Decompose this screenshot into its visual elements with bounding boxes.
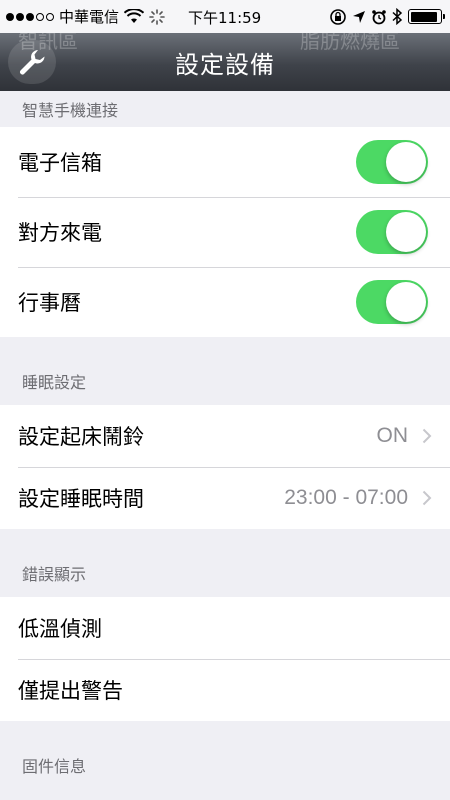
row-label: 設定睡眠時間 (18, 487, 144, 511)
chevron-right-icon (422, 490, 432, 506)
row-label: 行事曆 (18, 291, 81, 315)
group-sleep: 設定起床鬧鈴 ON 設定睡眠時間 23:00 - 07:00 (0, 405, 450, 529)
incoming-call-toggle[interactable] (356, 210, 428, 254)
row-label: 設定起床鬧鈴 (18, 425, 144, 449)
row-label: 對方來電 (18, 221, 102, 245)
location-arrow-icon (353, 10, 365, 23)
row-low-temp-detection[interactable]: 低溫偵測 (0, 597, 450, 659)
signal-strength-icon (6, 12, 54, 21)
toggle-knob (386, 212, 426, 252)
wifi-icon (124, 9, 145, 23)
activity-spinner-icon (149, 8, 165, 25)
section-header-errors: 錯誤顯示 (22, 565, 87, 584)
alarm-clock-icon (372, 9, 386, 24)
section-header-sleep: 睡眠設定 (22, 373, 87, 392)
toggle-knob (386, 282, 426, 322)
navigation-bar: 智訊區 脂肪燃燒區 設定設備 (0, 33, 450, 91)
group-phone-connection: 電子信箱 對方來電 行事曆 (0, 127, 450, 337)
row-label: 低溫偵測 (18, 617, 102, 641)
orientation-lock-icon (330, 8, 346, 25)
row-email: 電子信箱 (0, 127, 450, 197)
group-errors: 低溫偵測 僅提出警告 (0, 597, 450, 721)
email-toggle[interactable] (356, 140, 428, 184)
settings-list: 智慧手機連接 電子信箱 對方來電 行事曆 睡眠設定 設定起床鬧鈴 ON 設定睡眠… (0, 91, 450, 789)
row-incoming-call: 對方來電 (0, 197, 450, 267)
row-warning-only[interactable]: 僅提出警告 (0, 659, 450, 721)
battery-icon (408, 9, 445, 24)
carrier-name: 中華電信 (59, 8, 120, 26)
wrench-icon (20, 50, 45, 75)
bluetooth-icon (392, 8, 403, 25)
section-header-firmware: 固件信息 (22, 757, 87, 776)
row-sleep-time[interactable]: 設定睡眠時間 23:00 - 07:00 (0, 467, 450, 529)
toggle-knob (386, 142, 426, 182)
row-label: 電子信箱 (18, 151, 102, 175)
status-time: 下午11:59 (188, 9, 262, 27)
status-bar: 中華電信 下午11:59 (0, 0, 450, 33)
row-label: 僅提出警告 (18, 679, 123, 703)
wake-alarm-value: ON (376, 424, 409, 447)
calendar-toggle[interactable] (356, 280, 428, 324)
sleep-time-value: 23:00 - 07:00 (284, 486, 408, 509)
settings-wrench-button[interactable] (8, 40, 56, 84)
ghost-right-text: 脂肪燃燒區 (300, 33, 400, 53)
row-wake-alarm[interactable]: 設定起床鬧鈴 ON (0, 405, 450, 467)
row-calendar: 行事曆 (0, 267, 450, 337)
page-title: 設定設備 (175, 50, 275, 79)
section-header-phone-connection: 智慧手機連接 (22, 101, 119, 120)
chevron-right-icon (422, 428, 432, 444)
